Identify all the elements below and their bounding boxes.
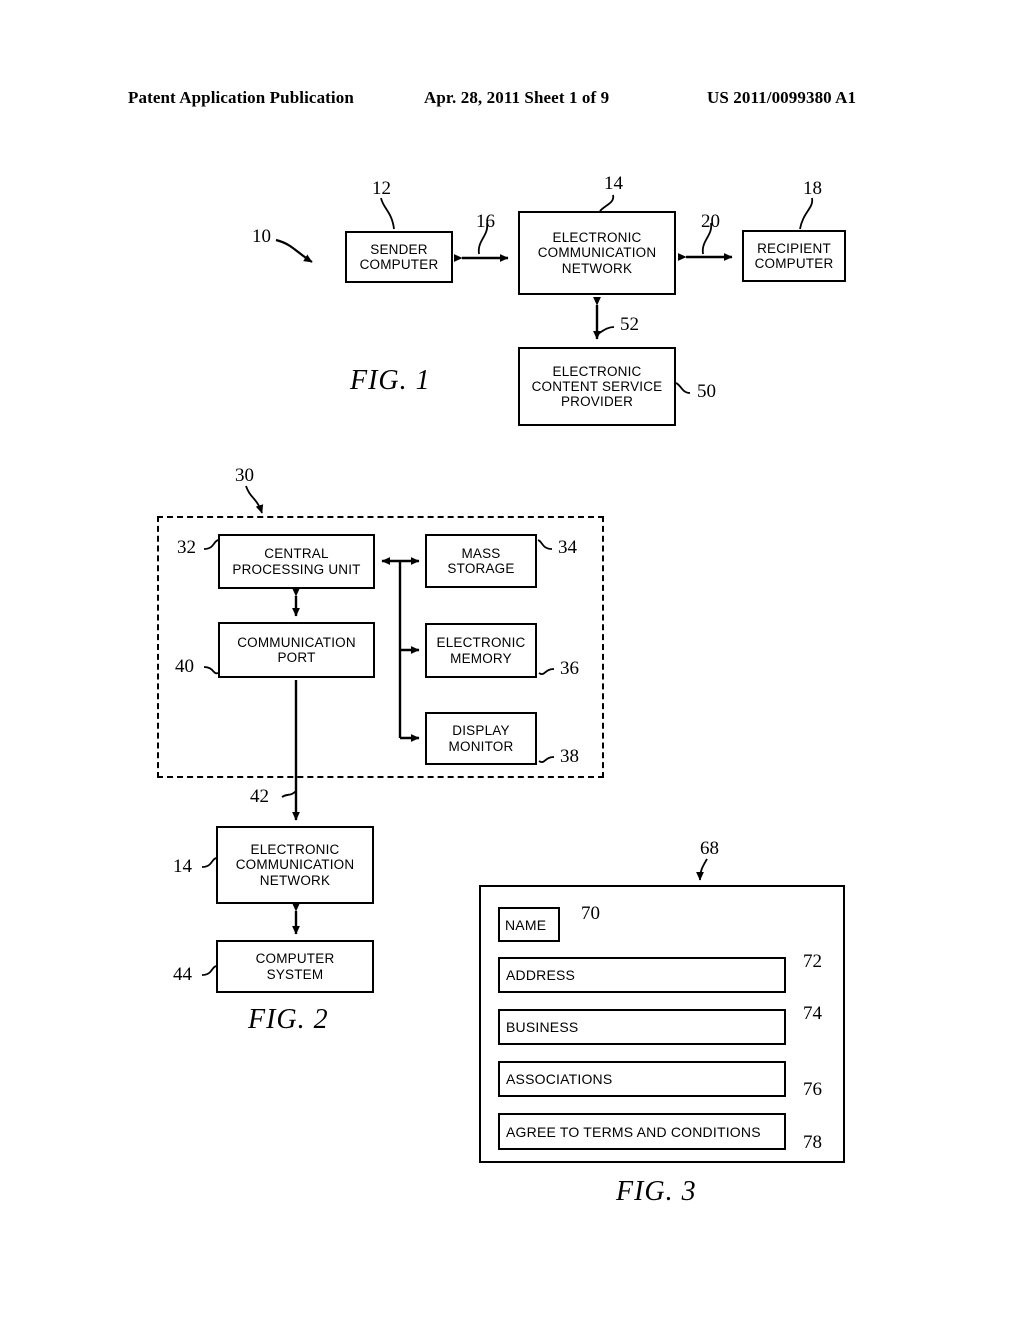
block-central-processing-unit: CENTRAL PROCESSING UNIT: [218, 534, 375, 589]
block-label-line: COMMUNICATION: [235, 857, 355, 873]
form-field-associations[interactable]: ASSOCIATIONS: [498, 1061, 786, 1097]
reference-numeral-72: 72: [803, 951, 822, 972]
block-label-line: DISPLAY: [452, 723, 510, 739]
form-field-label: NAME: [505, 916, 547, 933]
publication-title: Patent Application Publication: [128, 88, 354, 107]
block-label-line: CONTENT SERVICE: [531, 378, 663, 394]
block-display-monitor: DISPLAY MONITOR: [425, 712, 537, 765]
block-label-line: COMPUTER: [359, 257, 439, 272]
patent-drawing-sheet: Patent Application Publication Apr. 28, …: [0, 0, 1024, 1320]
block-label-line: ELECTRONIC: [552, 363, 642, 379]
block-label-line: RECIPIENT: [757, 240, 831, 256]
block-label-line: PROVIDER: [560, 394, 634, 410]
reference-numeral-70: 70: [581, 903, 600, 924]
reference-numeral-20: 20: [701, 211, 720, 232]
reference-numeral-36: 36: [560, 658, 579, 679]
block-label-line: COMPUTER: [255, 951, 335, 967]
block-label-line: SYSTEM: [266, 966, 324, 982]
reference-numeral-74: 74: [803, 1003, 822, 1024]
figure-caption-3: FIG. 3: [616, 1176, 697, 1207]
reference-numeral-34: 34: [558, 537, 577, 558]
reference-numeral-50: 50: [697, 381, 716, 402]
reference-numeral-44: 44: [173, 964, 192, 985]
reference-numeral-14-fig2: 14: [173, 856, 192, 877]
reference-numeral-38: 38: [560, 746, 579, 767]
block-electronic-communication-network-fig2: ELECTRONIC COMMUNICATION NETWORK: [216, 826, 374, 904]
block-electronic-memory: ELECTRONIC MEMORY: [425, 623, 537, 678]
block-label-line: COMPUTER: [754, 256, 834, 271]
reference-numeral-78: 78: [803, 1132, 822, 1153]
reference-numeral-12: 12: [372, 178, 391, 199]
block-label-line: MASS: [461, 545, 501, 561]
block-electronic-communication-network: ELECTRONIC COMMUNICATION NETWORK: [518, 211, 676, 295]
publication-number: US 2011/0099380 A1: [707, 88, 857, 107]
block-electronic-content-service-provider: ELECTRONIC CONTENT SERVICE PROVIDER: [518, 347, 676, 426]
block-mass-storage: MASS STORAGE: [425, 534, 537, 588]
block-label-line: PROCESSING UNIT: [232, 561, 361, 577]
block-label-line: SENDER: [370, 241, 428, 257]
reference-numeral-10: 10: [252, 226, 271, 247]
reference-numeral-68: 68: [700, 838, 719, 859]
figure-caption-1: FIG. 1: [350, 365, 431, 396]
block-label-line: NETWORK: [561, 260, 633, 276]
figure-caption-2: FIG. 2: [248, 1004, 329, 1035]
block-label-line: STORAGE: [447, 561, 515, 576]
block-label-line: ELECTRONIC: [436, 635, 526, 651]
publication-date-sheet: Apr. 28, 2011 Sheet 1 of 9: [424, 88, 610, 107]
reference-numeral-52: 52: [620, 314, 639, 335]
block-label-line: NETWORK: [259, 872, 331, 888]
block-label-line: PORT: [277, 650, 316, 665]
reference-numeral-16: 16: [476, 211, 495, 232]
reference-numeral-42: 42: [250, 786, 269, 807]
form-field-agree-to-terms-and-conditions[interactable]: AGREE TO TERMS AND CONDITIONS: [498, 1113, 786, 1150]
form-field-business[interactable]: BUSINESS: [498, 1009, 786, 1045]
block-label-line: MONITOR: [448, 738, 514, 754]
block-label-line: ELECTRONIC: [552, 230, 642, 246]
block-label-line: CENTRAL: [264, 546, 329, 562]
reference-numeral-14: 14: [604, 173, 623, 194]
reference-numeral-30: 30: [235, 465, 254, 486]
block-sender-computer: SENDER COMPUTER: [345, 231, 453, 283]
reference-numeral-18: 18: [803, 178, 822, 199]
form-field-address[interactable]: ADDRESS: [498, 957, 786, 993]
form-field-label: ASSOCIATIONS: [506, 1071, 613, 1087]
form-field-label: BUSINESS: [506, 1019, 579, 1035]
block-label-line: COMMUNICATION: [237, 634, 356, 650]
block-label-line: MEMORY: [450, 650, 512, 666]
block-label-line: COMMUNICATION: [537, 245, 657, 261]
block-computer-system: COMPUTER SYSTEM: [216, 940, 374, 993]
reference-numeral-32: 32: [177, 537, 196, 558]
form-field-label: ADDRESS: [506, 967, 576, 983]
block-recipient-computer: RECIPIENT COMPUTER: [742, 230, 846, 282]
reference-numeral-76: 76: [803, 1079, 822, 1100]
block-communication-port: COMMUNICATION PORT: [218, 622, 375, 678]
block-label-line: ELECTRONIC: [250, 842, 340, 858]
sheet-header: Patent Application Publication Apr. 28, …: [0, 88, 1024, 112]
form-field-name[interactable]: NAME: [498, 907, 560, 942]
form-field-label: AGREE TO TERMS AND CONDITIONS: [506, 1123, 761, 1140]
reference-numeral-40: 40: [175, 656, 194, 677]
